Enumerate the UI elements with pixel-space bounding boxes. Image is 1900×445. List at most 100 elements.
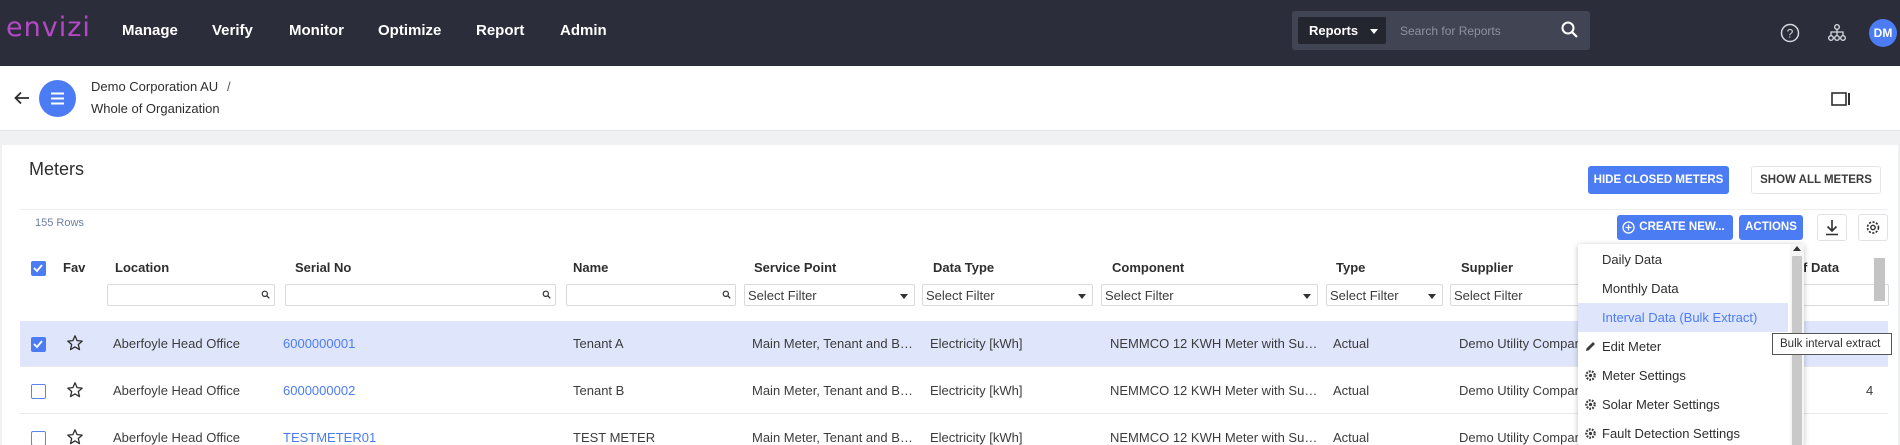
nav-admin[interactable]: Admin — [560, 22, 607, 39]
create-new-button[interactable]: CREATE NEW... — [1617, 215, 1733, 240]
global-search: Reports — [1292, 11, 1590, 50]
caret-down-icon — [1428, 294, 1436, 299]
svg-text:?: ? — [1787, 27, 1794, 41]
presentation-icon[interactable] — [1831, 91, 1851, 107]
row-checkbox[interactable] — [31, 431, 46, 445]
name-filter-input[interactable] — [566, 284, 736, 306]
cell-name: TEST METER — [573, 430, 656, 445]
breadcrumb-separator: / — [227, 79, 231, 94]
gear-icon — [1585, 428, 1596, 439]
user-avatar[interactable]: DM — [1869, 19, 1897, 47]
location-filter-input[interactable] — [107, 284, 275, 306]
select-all-checkbox[interactable] — [31, 261, 46, 276]
hierarchy-icon[interactable] — [1826, 22, 1848, 44]
envizi-logo[interactable]: envizi — [6, 12, 91, 43]
row-checkbox[interactable] — [31, 384, 46, 399]
column-header-location[interactable]: Location — [115, 260, 169, 275]
menu-item-label: Daily Data — [1602, 252, 1662, 267]
hide-closed-meters-button[interactable]: HIDE CLOSED METERS — [1588, 166, 1729, 194]
actions-button[interactable]: ACTIONS — [1739, 215, 1803, 240]
nav-report[interactable]: Report — [476, 22, 524, 39]
search-icon — [722, 290, 731, 299]
component-filter-select[interactable]: Select Filter — [1101, 284, 1318, 306]
gear-icon — [1866, 221, 1880, 234]
row-checkbox[interactable] — [31, 337, 46, 352]
show-all-meters-button[interactable]: SHOW ALL METERS — [1751, 166, 1881, 194]
cell-type: Actual — [1333, 383, 1370, 398]
column-header-component[interactable]: Component — [1112, 260, 1184, 275]
search-scope-select[interactable]: Reports — [1298, 17, 1386, 44]
menu-item-fault-detection-settings[interactable]: Fault Detection Settings — [1578, 419, 1788, 445]
cell-serial-link[interactable]: TESTMETER01 — [283, 430, 553, 445]
nav-monitor[interactable]: Monitor — [289, 22, 344, 39]
star-icon[interactable] — [66, 428, 84, 445]
column-header-serial-no[interactable]: Serial No — [295, 260, 351, 275]
breadcrumb-location[interactable]: Whole of Organization — [91, 101, 220, 116]
menu-item-interval-data[interactable]: Interval Data (Bulk Extract) — [1578, 303, 1788, 332]
menu-item-label: Monthly Data — [1602, 281, 1679, 296]
menu-item-solar-meter-settings[interactable]: Solar Meter Settings — [1578, 390, 1788, 419]
cell-serial-link[interactable]: 6000000002 — [283, 383, 553, 398]
filter-placeholder: Select Filter — [926, 288, 995, 303]
breadcrumb-org[interactable]: Demo Corporation AU — [91, 79, 218, 94]
star-icon[interactable] — [66, 334, 84, 352]
column-header-last-data[interactable]: f Data — [1803, 260, 1839, 275]
column-header-fav[interactable]: Fav — [63, 260, 85, 275]
caret-down-icon — [1370, 29, 1378, 34]
column-header-data-type[interactable]: Data Type — [933, 260, 994, 275]
cell-service-point: Main Meter, Tenant and Bas... — [752, 336, 917, 351]
search-icon[interactable] — [1560, 20, 1580, 40]
table-scrollbar-thumb[interactable] — [1874, 258, 1885, 301]
back-arrow-icon[interactable] — [11, 87, 33, 109]
search-icon — [261, 290, 270, 299]
cell-location: Aberfoyle Head Office — [113, 383, 240, 398]
service-point-filter-select[interactable]: Select Filter — [744, 284, 915, 306]
search-input[interactable] — [1400, 18, 1560, 43]
cell-supplier: Demo Utility Compan — [1459, 430, 1582, 445]
menu-item-monthly-data[interactable]: Monthly Data — [1578, 274, 1788, 303]
tooltip: Bulk interval extract — [1772, 333, 1892, 355]
cell-data-type: Electricity [kWh] — [930, 336, 1023, 351]
plus-circle-icon — [1622, 221, 1635, 234]
help-icon[interactable]: ? — [1779, 22, 1801, 44]
search-icon — [542, 290, 551, 299]
filter-placeholder: Select Filter — [1454, 288, 1523, 303]
column-header-name[interactable]: Name — [573, 260, 608, 275]
column-header-type[interactable]: Type — [1336, 260, 1365, 275]
nav-verify[interactable]: Verify — [212, 22, 253, 39]
menu-item-meter-settings[interactable]: Meter Settings — [1578, 361, 1788, 390]
supplier-filter-select[interactable]: Select Filter — [1450, 284, 1580, 306]
cell-location: Aberfoyle Head Office — [113, 336, 240, 351]
cell-type: Actual — [1333, 336, 1370, 351]
serial-filter-input[interactable] — [285, 284, 556, 306]
menu-item-edit-meter[interactable]: Edit Meter — [1578, 332, 1788, 361]
cell-component: NEMMCO 12 KWH Meter with Sub... — [1110, 336, 1320, 351]
menu-item-label: Solar Meter Settings — [1602, 397, 1720, 412]
actions-dropdown-menu: Daily Data Monthly Data Interval Data (B… — [1578, 244, 1804, 445]
nav-manage[interactable]: Manage — [122, 22, 178, 39]
data-type-filter-select[interactable]: Select Filter — [922, 284, 1093, 306]
search-scope-label: Reports — [1309, 23, 1359, 38]
settings-button[interactable] — [1858, 214, 1888, 241]
column-header-service-point[interactable]: Service Point — [754, 260, 836, 275]
type-filter-select[interactable]: Select Filter — [1326, 284, 1443, 306]
cell-serial-link[interactable]: 6000000001 — [283, 336, 553, 351]
hierarchy-menu-button[interactable] — [39, 80, 76, 117]
cell-name: Tenant A — [573, 336, 624, 351]
menu-item-daily-data[interactable]: Daily Data — [1578, 245, 1788, 274]
download-icon — [1826, 220, 1838, 236]
star-icon[interactable] — [66, 381, 84, 399]
gear-icon — [1585, 399, 1596, 410]
nav-optimize[interactable]: Optimize — [378, 22, 441, 39]
check-icon — [33, 264, 43, 273]
cell-component: NEMMCO 12 KWH Meter with Sub... — [1110, 383, 1320, 398]
download-button[interactable] — [1817, 214, 1847, 241]
cell-service-point: Main Meter, Tenant and Bas... — [752, 383, 917, 398]
scroll-up-icon[interactable] — [1793, 245, 1801, 251]
top-navigation-bar: envizi Manage Verify Monitor Optimize Re… — [0, 0, 1900, 66]
filter-placeholder: Select Filter — [748, 288, 817, 303]
pencil-icon — [1586, 342, 1595, 351]
gear-icon — [1585, 370, 1596, 381]
breadcrumb-bar: Demo Corporation AU / Whole of Organizat… — [0, 66, 1900, 131]
column-header-supplier[interactable]: Supplier — [1461, 260, 1513, 275]
